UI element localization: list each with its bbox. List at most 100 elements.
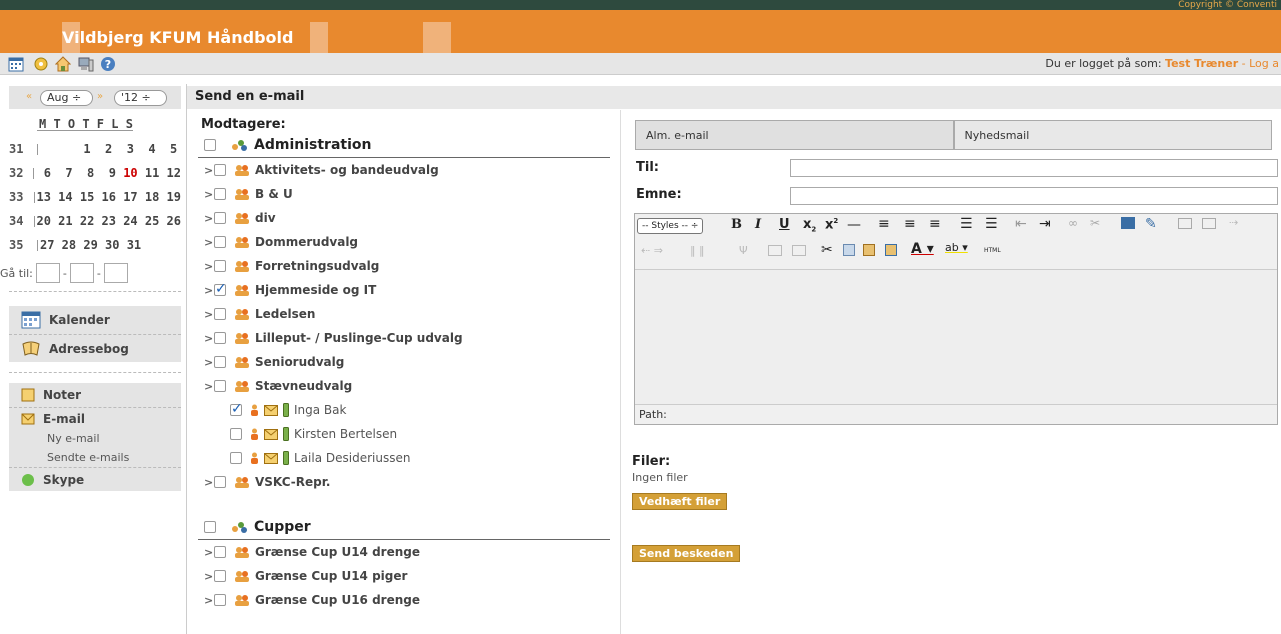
align-right-button[interactable]: ≡ bbox=[929, 216, 941, 232]
item-checkbox[interactable] bbox=[214, 380, 226, 392]
styles-select[interactable]: -- Styles -- ÷ bbox=[637, 218, 704, 234]
image-button[interactable] bbox=[1121, 217, 1135, 229]
col-delete-button[interactable]: Ψ bbox=[739, 244, 748, 257]
unlink-button[interactable]: ✂ bbox=[1090, 216, 1100, 230]
calendar-icon[interactable] bbox=[8, 56, 24, 72]
horizontal-rule-button[interactable]: — bbox=[847, 217, 861, 233]
split-cells-button[interactable] bbox=[792, 245, 806, 256]
item-checkbox[interactable] bbox=[214, 546, 226, 558]
nav-sent-emails[interactable]: Sendte e-mails bbox=[9, 448, 181, 467]
bullet-list-button[interactable]: ☰ bbox=[960, 216, 973, 232]
table-button[interactable] bbox=[1178, 218, 1192, 229]
group-checkbox[interactable] bbox=[204, 138, 216, 151]
person-checkbox[interactable] bbox=[230, 428, 242, 440]
logout-link[interactable]: - Log a bbox=[1238, 57, 1279, 70]
paste-button[interactable] bbox=[863, 244, 875, 256]
indent-button[interactable]: ⇥ bbox=[1039, 216, 1051, 232]
underline-button[interactable]: U bbox=[779, 217, 790, 232]
nav-skype[interactable]: Skype bbox=[9, 467, 181, 491]
row-delete-button[interactable]: ⇠ ⇒ bbox=[641, 244, 663, 257]
prev-month-icon[interactable]: « bbox=[26, 91, 32, 102]
computer-icon[interactable] bbox=[78, 56, 94, 72]
goto-year-input[interactable] bbox=[103, 263, 128, 283]
list-item[interactable]: > Stævneudvalg bbox=[198, 374, 610, 398]
list-item[interactable]: > Ledelsen bbox=[198, 302, 610, 326]
to-field[interactable] bbox=[790, 159, 1278, 177]
expand-icon[interactable]: > bbox=[204, 356, 214, 369]
cut-button[interactable]: ✂ bbox=[821, 242, 833, 258]
goto-month-input[interactable] bbox=[69, 263, 94, 283]
goto-day-input[interactable] bbox=[35, 263, 60, 283]
nav-new-email[interactable]: Ny e-mail bbox=[9, 429, 181, 448]
highlight-button[interactable]: ab ▾ bbox=[945, 241, 968, 254]
link-button[interactable]: ∞ bbox=[1068, 216, 1078, 230]
item-checkbox[interactable] bbox=[214, 164, 226, 176]
nav-addressbook[interactable]: Adressebog bbox=[9, 334, 181, 362]
item-checkbox[interactable] bbox=[214, 476, 226, 488]
person-checkbox[interactable] bbox=[230, 452, 242, 464]
item-checkbox[interactable] bbox=[214, 356, 226, 368]
expand-icon[interactable]: > bbox=[204, 236, 214, 249]
expand-icon[interactable]: > bbox=[204, 332, 214, 345]
expand-icon[interactable]: > bbox=[204, 212, 214, 225]
item-checkbox[interactable] bbox=[214, 281, 227, 297]
home-icon[interactable] bbox=[55, 56, 71, 72]
nav-calendar[interactable]: Kalender bbox=[9, 306, 181, 334]
expand-icon[interactable]: > bbox=[204, 188, 214, 201]
list-item[interactable]: > Grænse Cup U16 drenge bbox=[198, 588, 610, 612]
italic-button[interactable]: I bbox=[755, 217, 761, 232]
edit-button[interactable]: ✎ bbox=[1145, 216, 1157, 232]
gear-icon[interactable] bbox=[33, 56, 49, 72]
group-checkbox[interactable] bbox=[204, 520, 216, 533]
tab-alm-email[interactable]: Alm. e-mail bbox=[635, 120, 954, 150]
item-checkbox[interactable] bbox=[214, 236, 226, 248]
item-checkbox[interactable] bbox=[214, 212, 226, 224]
person-row[interactable]: Laila Desideriussen bbox=[198, 446, 610, 470]
calendar-week[interactable]: 6 7 8 9 10 11 12 bbox=[33, 166, 181, 180]
numbered-list-button[interactable]: ☰ bbox=[985, 216, 998, 232]
merge-cells-button[interactable] bbox=[768, 245, 782, 256]
expand-icon[interactable]: > bbox=[204, 308, 214, 321]
calendar-week[interactable]: 20 21 22 23 24 25 26 bbox=[33, 215, 181, 227]
list-item[interactable]: > Grænse Cup U14 drenge bbox=[198, 540, 610, 564]
next-month-icon[interactable]: » bbox=[97, 91, 103, 102]
copy-button[interactable] bbox=[843, 244, 855, 256]
nav-notes[interactable]: Noter bbox=[9, 383, 181, 407]
item-checkbox[interactable] bbox=[214, 570, 226, 582]
expand-icon[interactable]: > bbox=[204, 594, 214, 607]
month-select[interactable]: Aug ÷ bbox=[40, 90, 93, 106]
superscript-button[interactable]: x2 bbox=[825, 217, 838, 232]
item-checkbox[interactable] bbox=[214, 188, 226, 200]
list-item[interactable]: >Hjemmeside og IT bbox=[198, 278, 610, 302]
row-insert-button[interactable]: ⇢ bbox=[1229, 216, 1238, 229]
expand-icon[interactable]: > bbox=[204, 260, 214, 273]
person-row[interactable]: Inga Bak bbox=[198, 398, 610, 422]
text-color-button[interactable]: A ▾ bbox=[911, 241, 934, 257]
calendar-week[interactable]: 27 28 29 30 31 bbox=[37, 239, 141, 251]
help-icon[interactable]: ? bbox=[100, 56, 116, 72]
expand-icon[interactable]: > bbox=[204, 476, 214, 489]
expand-icon[interactable]: > bbox=[204, 380, 214, 393]
paste-word-button[interactable] bbox=[885, 244, 897, 256]
subscript-button[interactable]: x2 bbox=[803, 217, 816, 234]
tab-nyhedsmail[interactable]: Nyhedsmail bbox=[953, 120, 1272, 150]
align-left-button[interactable]: ≡ bbox=[878, 216, 890, 232]
person-checkbox[interactable] bbox=[230, 401, 243, 417]
align-center-button[interactable]: ≡ bbox=[904, 216, 916, 232]
list-item[interactable]: > VSKC-Repr. bbox=[198, 470, 610, 494]
user-name-link[interactable]: Test Træner bbox=[1165, 57, 1238, 70]
calendar-week[interactable]: 1 2 3 4 5 bbox=[37, 143, 177, 155]
outdent-button[interactable]: ⇤ bbox=[1015, 216, 1027, 232]
list-item[interactable]: > Grænse Cup U14 piger bbox=[198, 564, 610, 588]
item-checkbox[interactable] bbox=[214, 332, 226, 344]
list-item[interactable]: > Lilleput- / Puslinge-Cup udvalg bbox=[198, 326, 610, 350]
attach-files-button[interactable]: Vedhæft filer bbox=[632, 493, 728, 510]
col-insert-button[interactable]: ‖ ‖ bbox=[690, 244, 705, 257]
bold-button[interactable]: B bbox=[731, 217, 742, 232]
today-date[interactable]: 10 bbox=[123, 166, 137, 180]
item-checkbox[interactable] bbox=[214, 308, 226, 320]
expand-icon[interactable]: > bbox=[204, 164, 214, 177]
editor-body[interactable] bbox=[635, 270, 1277, 404]
nav-email[interactable]: E-mail bbox=[9, 407, 181, 429]
expand-icon[interactable]: > bbox=[204, 570, 214, 583]
